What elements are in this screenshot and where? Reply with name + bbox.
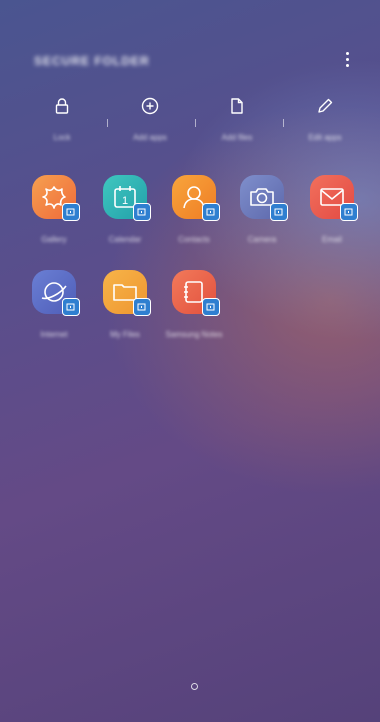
pencil-icon [318, 98, 333, 113]
divider [107, 119, 108, 127]
app-label: Contacts [178, 235, 210, 244]
internet-app-icon [32, 270, 80, 316]
my-files-app-icon [103, 270, 151, 316]
header: SECURE FOLDER [0, 0, 380, 95]
app-email[interactable]: Email [302, 175, 362, 265]
calendar-app-icon: 1 [103, 175, 151, 221]
lock-button[interactable]: Lock [27, 95, 97, 145]
secure-badge-icon [270, 203, 288, 221]
camera-app-icon [240, 175, 288, 221]
page-title: SECURE FOLDER [34, 54, 150, 68]
app-label: Samsung Notes [165, 330, 223, 339]
lock-label: Lock [53, 133, 71, 142]
action-bar: Lock Add apps Add files Edit apps [0, 95, 380, 145]
divider [195, 119, 196, 127]
secure-badge-icon [133, 203, 151, 221]
app-label: Camera [247, 235, 277, 244]
add-files-button[interactable]: Add files [202, 95, 272, 145]
app-label: Email [321, 235, 342, 244]
app-label: Calendar [108, 235, 142, 244]
secure-badge-icon [62, 298, 80, 316]
more-dot [345, 51, 349, 55]
more-options-button[interactable] [338, 48, 356, 70]
home-indicator[interactable] [191, 683, 198, 690]
add-apps-label: Add apps [133, 133, 167, 142]
notes-app-icon [172, 270, 220, 316]
more-dot [345, 57, 349, 61]
gallery-app-icon [32, 175, 80, 221]
add-circle-icon [141, 97, 159, 115]
app-gallery[interactable]: Gallery [24, 175, 84, 265]
file-icon [231, 98, 243, 114]
edit-apps-button[interactable]: Edit apps [290, 95, 360, 145]
app-label: Internet [40, 330, 68, 339]
secure-badge-icon [62, 203, 80, 221]
app-internet[interactable]: Internet [24, 270, 84, 360]
app-calendar[interactable]: 1 Calendar [95, 175, 155, 265]
lock-icon [55, 98, 69, 114]
app-label: Gallery [41, 235, 67, 244]
app-camera[interactable]: Camera [232, 175, 292, 265]
app-contacts[interactable]: Contacts [164, 175, 224, 265]
secure-badge-icon [202, 298, 220, 316]
app-samsung-notes[interactable]: Samsung Notes [164, 270, 224, 360]
more-dot [345, 63, 349, 67]
divider [283, 119, 284, 127]
add-apps-button[interactable]: Add apps [115, 95, 185, 145]
app-label: My Files [110, 330, 140, 339]
svg-text:1: 1 [122, 195, 128, 207]
secure-badge-icon [133, 298, 151, 316]
edit-apps-label: Edit apps [308, 133, 342, 142]
secure-badge-icon [202, 203, 220, 221]
secure-badge-icon [340, 203, 358, 221]
contacts-app-icon [172, 175, 220, 221]
app-my-files[interactable]: My Files [95, 270, 155, 360]
add-files-label: Add files [221, 133, 253, 142]
email-app-icon [310, 175, 358, 221]
